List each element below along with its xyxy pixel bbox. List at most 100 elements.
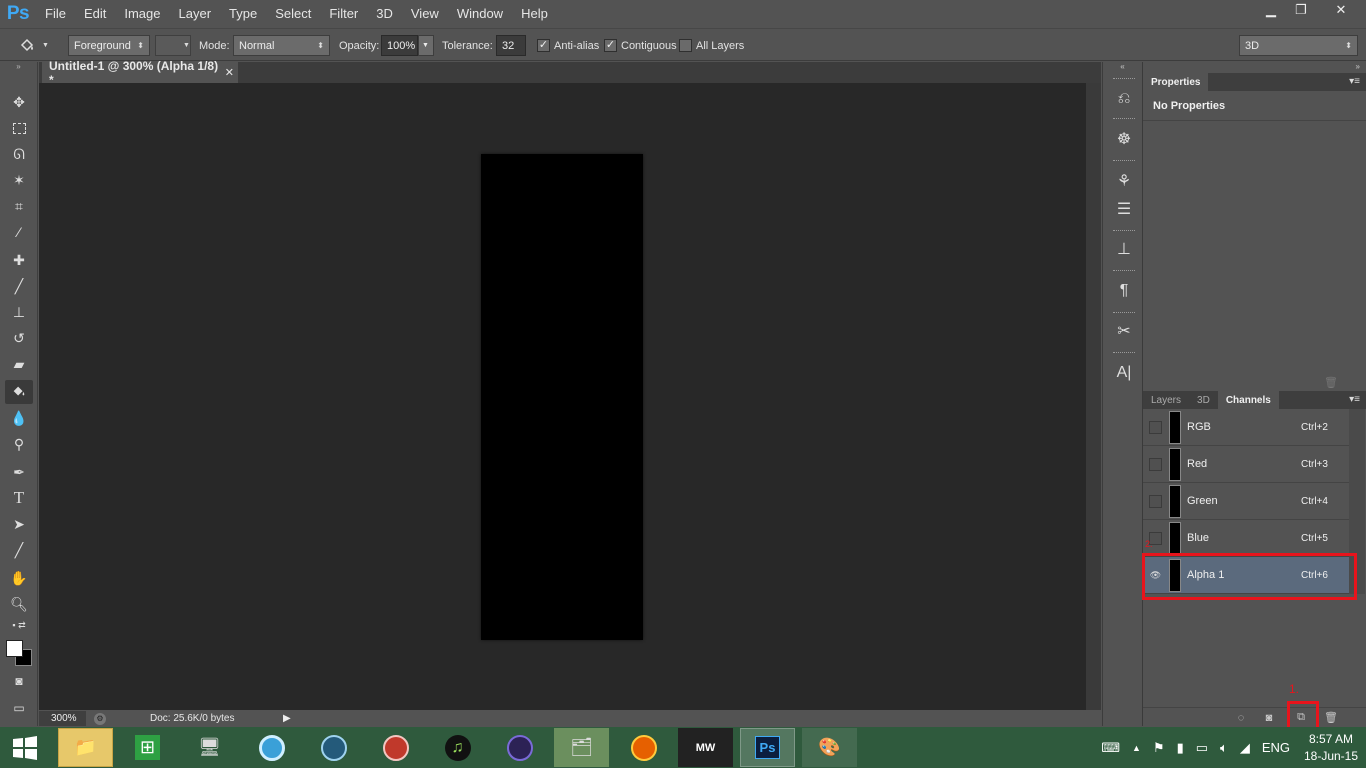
- folder-app-icon[interactable]: 🗂: [554, 728, 609, 767]
- action-center-icon[interactable]: ⚑: [1153, 740, 1165, 756]
- workspace-select[interactable]: 3D ⬍: [1239, 35, 1358, 56]
- store-icon[interactable]: ⊞: [120, 728, 175, 767]
- panel-grip[interactable]: [1113, 160, 1135, 163]
- menu-file[interactable]: File: [36, 0, 75, 28]
- antialias-checkbox[interactable]: ✓: [537, 39, 550, 52]
- panel-grip[interactable]: [1113, 352, 1135, 355]
- collapse-icon[interactable]: «: [1103, 62, 1142, 73]
- minimize-button[interactable]: ▁: [1256, 0, 1286, 20]
- show-hidden-icons-icon[interactable]: ▲: [1132, 743, 1141, 753]
- pattern-picker[interactable]: ▼: [155, 35, 191, 56]
- antialias-option[interactable]: ✓ Anti-alias: [537, 35, 599, 56]
- eraser-tool-icon[interactable]: ▰: [5, 352, 33, 376]
- panel-grip[interactable]: [1113, 270, 1135, 273]
- panel-grip[interactable]: [1113, 230, 1135, 233]
- blur-tool-icon[interactable]: 💧: [5, 406, 33, 430]
- network-icon[interactable]: ◢: [1240, 740, 1250, 756]
- delete-channel-icon[interactable]: 🗑︎: [1323, 710, 1339, 725]
- expand-icon[interactable]: »: [1143, 62, 1366, 73]
- audio-app-icon[interactable]: [368, 728, 423, 767]
- panel-menu-icon[interactable]: ▾≡: [1349, 394, 1360, 405]
- trash-icon[interactable]: 🗑︎: [1324, 376, 1338, 389]
- move-tool-icon[interactable]: ✥: [5, 90, 33, 114]
- channel-row-red[interactable]: Red Ctrl+3: [1143, 446, 1349, 483]
- tools-settings-icon[interactable]: ✂: [1111, 318, 1137, 344]
- tab-properties[interactable]: Properties: [1143, 73, 1209, 91]
- brush-presets-icon[interactable]: ⚘: [1111, 168, 1137, 194]
- panel-grip[interactable]: [1113, 78, 1135, 81]
- fill-source-select[interactable]: Foreground ⬍: [68, 35, 150, 56]
- close-tab-icon[interactable]: ✕: [225, 66, 234, 79]
- clone-source-icon[interactable]: ⊥: [1111, 236, 1137, 262]
- all-layers-option[interactable]: All Layers: [679, 35, 744, 56]
- all-layers-checkbox[interactable]: [679, 39, 692, 52]
- nfs-mw-icon[interactable]: MW: [678, 728, 733, 767]
- language-indicator[interactable]: ENG: [1262, 740, 1290, 755]
- clone-stamp-tool-icon[interactable]: ⊥: [5, 300, 33, 324]
- display-icon[interactable]: ▭: [1196, 740, 1208, 756]
- menu-filter[interactable]: Filter: [320, 0, 367, 28]
- tab-layers[interactable]: Layers: [1143, 391, 1189, 409]
- firefox-icon[interactable]: [616, 728, 671, 767]
- dodge-tool-icon[interactable]: ⚲: [5, 432, 33, 456]
- tab-3d[interactable]: 3D: [1189, 391, 1218, 409]
- panel-grip[interactable]: »: [0, 62, 37, 72]
- visibility-toggle[interactable]: [1149, 494, 1162, 508]
- menu-edit[interactable]: Edit: [75, 0, 115, 28]
- eclipse-icon[interactable]: [492, 728, 547, 767]
- power-icon[interactable]: ▮: [1177, 740, 1184, 756]
- screen-mode-icon[interactable]: ▭: [5, 696, 33, 720]
- tolerance-input[interactable]: 32: [496, 35, 526, 56]
- contiguous-checkbox[interactable]: ✓: [604, 39, 617, 52]
- mode-select[interactable]: Normal ⬍: [233, 35, 330, 56]
- foreground-color-swatch[interactable]: [6, 640, 23, 657]
- clock[interactable]: 8:57 AM 18-Jun-15: [1296, 731, 1366, 765]
- close-button[interactable]: ✕: [1316, 0, 1366, 20]
- menu-layer[interactable]: Layer: [170, 0, 221, 28]
- adjustments-icon[interactable]: ☰: [1111, 196, 1137, 222]
- path-selection-tool-icon[interactable]: ➤: [5, 512, 33, 536]
- load-selection-icon[interactable]: ◌: [1233, 710, 1249, 725]
- panel-menu-icon[interactable]: ▾≡: [1349, 76, 1360, 87]
- magic-wand-tool-icon[interactable]: ✶: [5, 168, 33, 192]
- history-icon[interactable]: ⎌: [1111, 86, 1137, 112]
- start-button[interactable]: [0, 727, 50, 768]
- tool-preset-picker[interactable]: ▼: [18, 35, 58, 56]
- zoom-readout[interactable]: 300%: [39, 711, 86, 726]
- hand-tool-icon[interactable]: ✋: [5, 566, 33, 590]
- default-colors-icon[interactable]: ▪ ⇄: [5, 618, 33, 632]
- zoom-tool-icon[interactable]: 🔍︎: [5, 592, 33, 616]
- pen-tool-icon[interactable]: ✒: [5, 460, 33, 484]
- channel-row-green[interactable]: Green Ctrl+4: [1143, 483, 1349, 520]
- video-player-icon[interactable]: [306, 728, 361, 767]
- menu-type[interactable]: Type: [220, 0, 266, 28]
- visibility-toggle[interactable]: [1149, 457, 1162, 471]
- eyedropper-tool-icon[interactable]: ⁄: [5, 220, 33, 244]
- file-explorer-icon[interactable]: 📁: [58, 728, 113, 767]
- type-tool-icon[interactable]: T: [5, 486, 33, 510]
- brush-tool-icon[interactable]: ╱: [5, 274, 33, 298]
- vertical-scrollbar[interactable]: [1086, 83, 1101, 710]
- menu-select[interactable]: Select: [266, 0, 320, 28]
- tab-channels[interactable]: Channels: [1217, 391, 1279, 409]
- lasso-tool-icon[interactable]: ᘏ: [5, 142, 33, 166]
- panel-grip[interactable]: [1113, 118, 1135, 121]
- channel-row-blue[interactable]: Blue Ctrl+5: [1143, 520, 1349, 557]
- status-info-icon[interactable]: ⚙: [94, 712, 106, 725]
- opacity-dropdown[interactable]: ▼: [418, 35, 434, 56]
- photoshop-taskbar-icon[interactable]: Ps: [740, 728, 795, 767]
- save-selection-icon[interactable]: ◙: [1261, 710, 1277, 725]
- menu-view[interactable]: View: [402, 0, 448, 28]
- restore-button[interactable]: ❐: [1286, 0, 1316, 20]
- menu-3d[interactable]: 3D: [367, 0, 402, 28]
- keyboard-icon[interactable]: ⌨: [1101, 740, 1120, 756]
- menu-image[interactable]: Image: [115, 0, 169, 28]
- history-brush-tool-icon[interactable]: ↺: [5, 326, 33, 350]
- menu-help[interactable]: Help: [512, 0, 557, 28]
- crop-tool-icon[interactable]: ⌗: [5, 194, 33, 218]
- volume-icon[interactable]: 🔈︎: [1220, 740, 1228, 756]
- quick-mask-icon[interactable]: ◙: [5, 669, 33, 693]
- menu-window[interactable]: Window: [448, 0, 512, 28]
- media-disc-icon[interactable]: [244, 728, 299, 767]
- contiguous-option[interactable]: ✓ Contiguous: [604, 35, 677, 56]
